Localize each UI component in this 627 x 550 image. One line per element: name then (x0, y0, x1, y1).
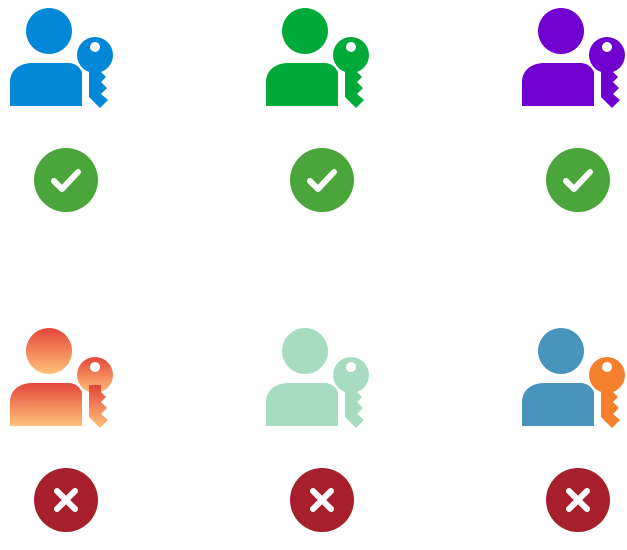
icon-cell-gradient (8, 320, 128, 550)
check-status (34, 148, 98, 212)
check-icon (34, 148, 98, 212)
x-status (34, 468, 98, 532)
user-key-icon (10, 328, 113, 428)
user-key-icon (522, 328, 625, 428)
check-status (546, 148, 610, 212)
icon-cell-green (264, 0, 384, 230)
check-icon (546, 148, 610, 212)
x-status (546, 468, 610, 532)
user-key-icon (522, 8, 625, 108)
icon-cell-purple (520, 0, 627, 230)
icon-cell-blue (8, 0, 128, 230)
icon-cell-two-tone (520, 320, 627, 550)
x-icon (546, 468, 610, 532)
x-icon (34, 468, 98, 532)
check-status (290, 148, 354, 212)
x-status (290, 468, 354, 532)
x-icon (290, 468, 354, 532)
check-icon (290, 148, 354, 212)
user-key-icon (266, 8, 369, 108)
icon-cell-mint (264, 320, 384, 550)
icon-grid (0, 0, 627, 532)
user-key-icon (266, 328, 369, 428)
user-key-icon (10, 8, 113, 108)
